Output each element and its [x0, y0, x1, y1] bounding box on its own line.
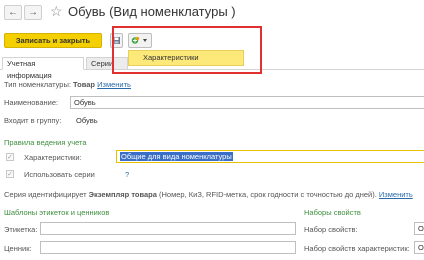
group-value: Обувь: [76, 116, 98, 125]
price-template-label: Ценник:: [4, 244, 32, 253]
save-and-close-button[interactable]: Записать и закрыть: [4, 33, 102, 48]
label-template-label: Этикетка:: [4, 225, 38, 234]
series-instance: Экземпляр товара: [88, 190, 157, 199]
property-set-field[interactable]: О: [414, 222, 424, 235]
type-row: Тип номенклатуры: Товар Изменить: [4, 80, 131, 89]
label-template-field[interactable]: [40, 222, 296, 235]
characteristics-field[interactable]: Общие для вида номенклатуры: [116, 150, 424, 163]
type-value: Товар: [73, 80, 96, 89]
templates-heading: Шаблоны этикеток и ценников: [4, 208, 110, 217]
use-series-label: Использовать серии: [24, 170, 95, 179]
name-label: Наименование:: [4, 98, 59, 107]
char-property-set-label: Набор свойств характеристик:: [304, 244, 410, 253]
back-arrow-icon: ←: [8, 7, 18, 18]
price-template-field[interactable]: [40, 241, 296, 254]
change-series-link[interactable]: Изменить: [379, 190, 413, 199]
type-label: Тип номенклатуры:: [4, 80, 71, 89]
accounting-rules-heading: Правила ведения учета: [4, 138, 87, 147]
favorite-star-icon[interactable]: ☆: [50, 3, 63, 19]
tab-accounting-info[interactable]: Учетная информация: [2, 57, 84, 80]
forward-button[interactable]: →: [24, 5, 42, 20]
characteristics-value: Общие для вида номенклатуры: [120, 152, 233, 161]
forward-arrow-icon: →: [28, 7, 38, 18]
change-type-link[interactable]: Изменить: [97, 80, 131, 89]
group-label: Входит в группу:: [4, 116, 62, 125]
series-description: Серия идентифицирует Экземпляр товара (Н…: [4, 190, 413, 199]
back-button[interactable]: ←: [4, 5, 22, 20]
property-set-label: Набор свойств:: [304, 225, 358, 234]
property-sets-heading: Наборы свойств: [304, 208, 361, 217]
series-details: (Номер, КиЗ, RFID-метка, срок годности с…: [159, 190, 377, 199]
characteristics-label: Характеристики:: [24, 153, 82, 162]
name-field[interactable]: Обувь: [70, 96, 424, 109]
menu-item-characteristics[interactable]: Характеристики: [128, 50, 244, 66]
series-prefix: Серия идентифицирует: [4, 190, 87, 199]
window-title: Обувь (Вид номенклатуры ): [68, 4, 236, 19]
char-property-set-field[interactable]: О: [414, 241, 424, 254]
characteristics-checkbox[interactable]: ✓: [6, 153, 14, 161]
use-series-help-icon[interactable]: ?: [125, 170, 129, 179]
use-series-checkbox[interactable]: ✓: [6, 170, 14, 178]
